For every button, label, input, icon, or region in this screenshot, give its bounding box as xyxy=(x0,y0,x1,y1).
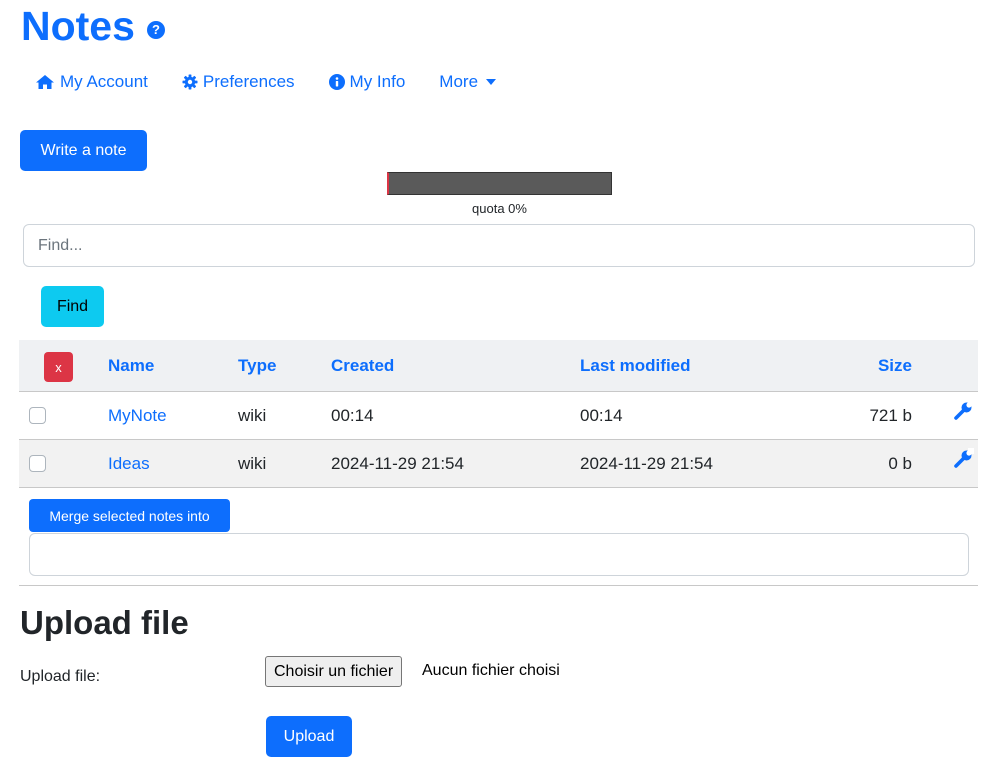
quota-label: quota 0% xyxy=(472,201,527,216)
nav-preferences[interactable]: Preferences xyxy=(182,72,295,92)
note-type: wiki xyxy=(238,453,267,473)
quota-progress-bar xyxy=(387,172,612,195)
merge-target-input[interactable] xyxy=(29,533,969,576)
nav-more-label: More xyxy=(439,72,479,91)
note-modified: 2024-11-29 21:54 xyxy=(580,453,713,473)
note-created: 00:14 xyxy=(331,405,374,425)
upload-file-label: Upload file: xyxy=(20,668,101,685)
row-checkbox[interactable] xyxy=(29,407,46,424)
col-name-header[interactable]: Name xyxy=(108,340,154,391)
col-modified-header[interactable]: Last modified xyxy=(580,340,691,391)
table-row: MyNote wiki 00:14 00:14 721 b xyxy=(19,392,978,440)
nav-preferences-label: Preferences xyxy=(202,72,295,91)
merge-notes-button[interactable]: Merge selected notes into xyxy=(29,499,230,532)
find-button[interactable]: Find xyxy=(41,286,104,327)
note-type: wiki xyxy=(238,405,267,425)
search-input[interactable] xyxy=(23,224,975,267)
caret-down-icon xyxy=(486,79,497,85)
notes-table: x Name Type Created Last modified Size M… xyxy=(19,340,978,488)
nav-my-account[interactable]: My Account xyxy=(35,72,148,92)
gear-icon xyxy=(182,74,198,90)
table-header: x Name Type Created Last modified Size xyxy=(19,340,978,392)
row-checkbox[interactable] xyxy=(29,455,46,472)
page-title: Notes ? xyxy=(21,0,165,52)
help-icon[interactable]: ? xyxy=(146,21,165,39)
clear-selection-button[interactable]: x xyxy=(44,352,73,382)
nav-my-account-label: My Account xyxy=(60,72,148,91)
col-size-header[interactable]: Size xyxy=(878,340,912,391)
page-title-text: Notes xyxy=(21,3,135,49)
note-created: 2024-11-29 21:54 xyxy=(331,453,464,473)
table-row: Ideas wiki 2024-11-29 21:54 2024-11-29 2… xyxy=(19,440,978,488)
col-created-header[interactable]: Created xyxy=(331,340,394,391)
nav-more-dropdown[interactable]: More xyxy=(439,72,497,92)
file-status-text: Aucun fichier choisi xyxy=(422,662,560,679)
note-size: 0 b xyxy=(888,453,912,473)
home-icon xyxy=(36,75,54,89)
note-size: 721 b xyxy=(869,405,912,425)
choose-file-button[interactable]: Choisir un fichier xyxy=(265,656,403,687)
info-icon xyxy=(328,74,345,90)
write-note-button[interactable]: Write a note xyxy=(20,130,147,171)
wrench-icon[interactable] xyxy=(952,400,974,422)
top-nav: My Account Preferences My Info More xyxy=(35,70,530,94)
nav-my-info[interactable]: My Info xyxy=(328,72,406,92)
wrench-icon[interactable] xyxy=(952,448,974,470)
upload-heading: Upload file xyxy=(20,604,189,641)
nav-my-info-label: My Info xyxy=(349,72,406,91)
note-name-link[interactable]: Ideas xyxy=(108,440,150,487)
note-modified: 00:14 xyxy=(580,405,623,425)
upload-button[interactable]: Upload xyxy=(266,716,352,757)
note-name-link[interactable]: MyNote xyxy=(108,392,167,439)
section-divider xyxy=(19,585,978,586)
col-type-header[interactable]: Type xyxy=(238,340,276,391)
